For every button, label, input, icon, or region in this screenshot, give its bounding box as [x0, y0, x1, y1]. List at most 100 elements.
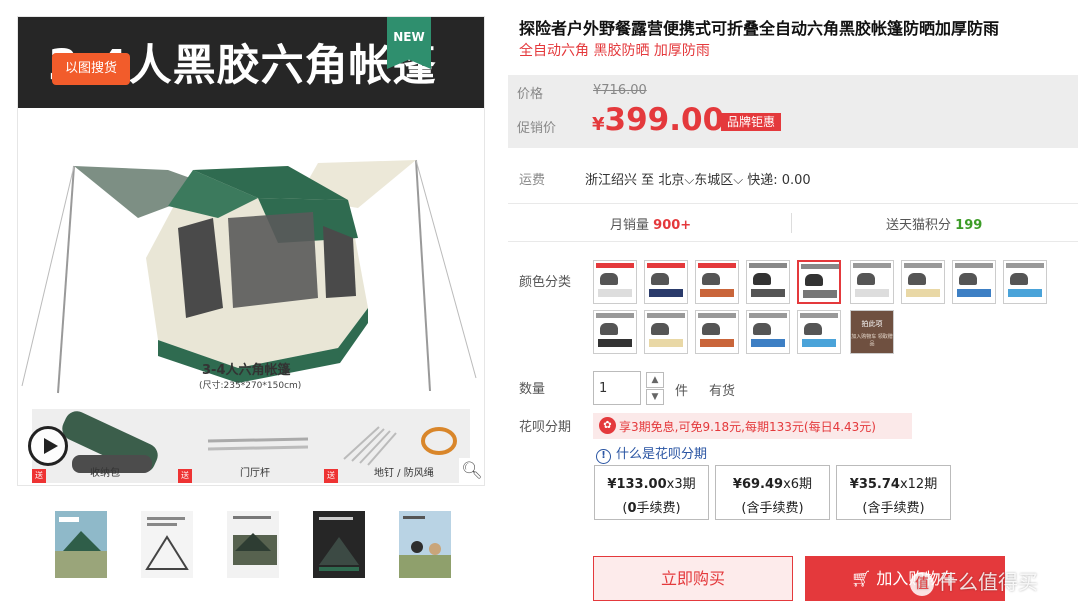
chevron-down-icon: ⌵ [733, 173, 744, 188]
currency-symbol: ¥ [592, 114, 605, 135]
district-name: 东城区 [694, 173, 734, 188]
color-option-8[interactable] [952, 260, 996, 304]
accessory-label: 地钉 / 防风绳 [374, 468, 434, 479]
quantity-input[interactable] [593, 371, 641, 405]
plan-amount: ¥69.49 [732, 477, 784, 492]
color-option-5[interactable] [797, 260, 841, 304]
plan-amount: ¥133.00 [607, 477, 667, 492]
color-option-4[interactable] [746, 260, 790, 304]
monthly-sales: 月销量 900+ [610, 214, 691, 233]
play-video-icon[interactable] [28, 426, 68, 466]
quantity-unit: 件 [675, 384, 689, 399]
accessory-label: 门厅杆 [240, 468, 270, 479]
express-fee: 快递: 0.00 [747, 173, 811, 188]
divider [508, 203, 1078, 204]
color-option-9[interactable] [1003, 260, 1047, 304]
cart-icon: 🛒︎ [851, 569, 872, 588]
search-by-image-button[interactable]: 以图搜货 [52, 53, 130, 85]
product-subtitle: 全自动六角 黑胶防晒 加厚防雨 [519, 43, 710, 59]
stock-status: 有货 [709, 384, 736, 399]
watermark-logo-icon: 值 [910, 572, 934, 596]
ship-to-word: 至 [641, 173, 655, 188]
huabei-promo-banner: ✿ 享3期免息,可免9.18元,每期133元(每日4.43元) [593, 413, 912, 439]
color-option-11[interactable] [644, 310, 688, 354]
plan-fee-post: 手续费) [636, 501, 681, 516]
installment-plan-12[interactable]: ¥35.74x12期 (含手续费) [836, 465, 951, 520]
huabei-help-text: 什么是花呗分期 [616, 447, 708, 462]
thumbnail-5[interactable] [399, 511, 451, 578]
tent-size-text: (尺寸:235*270*150cm) [199, 381, 302, 391]
city-selector[interactable]: 北京⌵ [658, 173, 694, 188]
thumbnail-2[interactable] [141, 511, 193, 578]
city-name: 北京 [658, 173, 685, 188]
stats-row: 月销量 900+ 送天猫积分 199 [508, 205, 1078, 241]
stat-separator [791, 213, 792, 233]
price-label: 价格 [517, 87, 544, 102]
thumbnail-1[interactable] [55, 511, 107, 578]
color-option-14[interactable] [797, 310, 841, 354]
gift-tag: 送 [32, 469, 46, 483]
plan-fee: (含手续费) [862, 501, 925, 516]
magnifier-icon[interactable]: 🔍︎ [459, 458, 484, 484]
huabei-label: 花呗分期 [519, 420, 572, 435]
watermark-text: 什么值得买 [938, 570, 1038, 594]
product-title: 探险者户外野餐露营便携式可折叠全自动六角黑胶帐篷防晒加厚防雨 [519, 19, 1000, 38]
district-selector[interactable]: 东城区⌵ [694, 173, 743, 188]
plan-fee-bold: 0 [627, 501, 637, 516]
info-icon: ! [596, 449, 611, 464]
promo-price-value: 399.00 [604, 102, 725, 138]
color-option-13[interactable] [746, 310, 790, 354]
promo-tag: 品牌钜惠 [721, 113, 782, 131]
color-option-7[interactable] [901, 260, 945, 304]
color-option-1[interactable] [593, 260, 637, 304]
color-option-2[interactable] [644, 260, 688, 304]
huabei-promo-text: 享3期免息,可免9.18元,每期133元(每日4.43元) [619, 420, 876, 434]
main-product-image[interactable]: 3-4人黑胶六角帐篷 NEW 以图搜货 3-4人六角帐篷 (尺寸:235*270… [17, 16, 485, 486]
quantity-increase-button[interactable]: ▲ [646, 372, 664, 388]
color-option-12[interactable] [695, 310, 739, 354]
plan-amount: ¥35.74 [849, 477, 900, 492]
color-option-6[interactable] [850, 260, 894, 304]
plan-periods: x3期 [666, 477, 696, 492]
points-value: 199 [955, 218, 983, 233]
divider [508, 241, 1078, 242]
quantity-label: 数量 [519, 382, 546, 397]
gift-swatch-title: 拍此项 [861, 320, 883, 328]
huabei-logo-icon: ✿ [599, 417, 616, 434]
points-label: 送天猫积分 [886, 218, 952, 233]
accessories-strip: 送 收纳包 送 门厅杆 送 地钉 / 防风绳 [32, 409, 470, 483]
installment-plan-6[interactable]: ¥69.49x6期 (含手续费) [715, 465, 830, 520]
quantity-decrease-button[interactable]: ▼ [646, 389, 664, 405]
shipping-row: 浙江绍兴 至 北京⌵东城区⌵ 快递: 0.00 [585, 169, 811, 188]
accessory-label: 收纳包 [90, 468, 120, 479]
thumbnail-3[interactable] [227, 511, 279, 578]
thumbnail-strip [55, 511, 455, 579]
promo-price: ¥399.00 [592, 102, 724, 138]
tmall-points: 送天猫积分 199 [886, 214, 982, 233]
plan-periods: x12期 [899, 477, 938, 492]
original-price: ¥716.00 [593, 83, 647, 98]
buy-now-button[interactable]: 立即购买 [593, 556, 793, 601]
monthly-sales-label: 月销量 [610, 218, 650, 233]
watermark: 值什么值得买 [910, 566, 1038, 596]
gift-swatch-sub: 加入购物车 领取赠品 [851, 334, 893, 347]
accessory-stakes-rope: 送 地钉 / 防风绳 [324, 409, 470, 483]
huabei-help-link[interactable]: ! 什么是花呗分期 [596, 443, 707, 464]
installment-plan-3[interactable]: ¥133.00x3期 (0手续费) [594, 465, 709, 520]
plan-fee: (含手续费) [741, 501, 804, 516]
plan-periods: x6期 [783, 477, 813, 492]
thumbnail-4[interactable] [313, 511, 365, 578]
color-label: 颜色分类 [519, 275, 572, 290]
ship-from: 浙江绍兴 [585, 173, 638, 188]
chevron-down-icon: ⌵ [684, 173, 695, 188]
shipping-label: 运费 [519, 173, 546, 188]
promo-price-label: 促销价 [517, 121, 557, 136]
tent-caption: 3-4人六角帐篷 [202, 363, 291, 378]
gift-tag: 送 [324, 469, 338, 483]
gift-tag: 送 [178, 469, 192, 483]
color-option-10[interactable] [593, 310, 637, 354]
monthly-sales-value: 900+ [653, 218, 692, 233]
color-option-3[interactable] [695, 260, 739, 304]
color-option-gift[interactable]: 拍此项 加入购物车 领取赠品 [850, 310, 894, 354]
accessory-porch-pole: 送 门厅杆 [178, 409, 324, 483]
